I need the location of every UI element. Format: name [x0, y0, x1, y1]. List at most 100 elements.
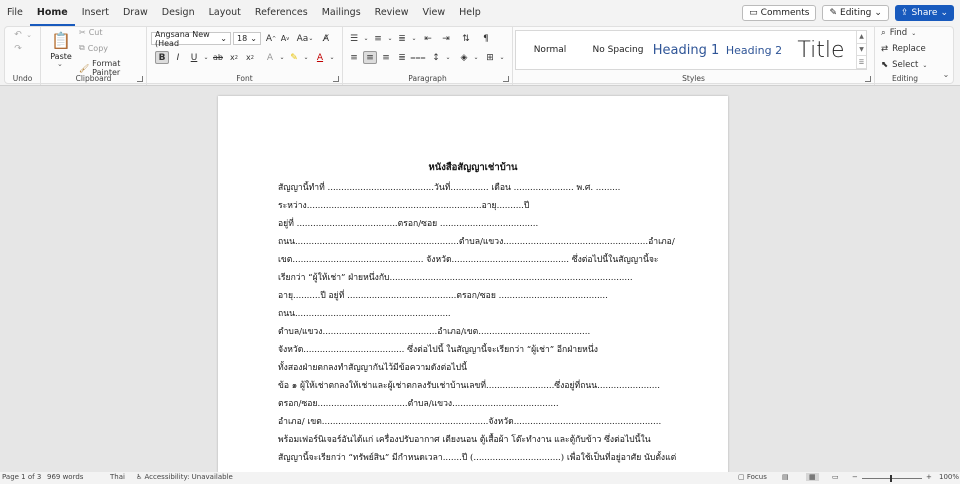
shrink-font-button[interactable]: Av — [278, 32, 292, 45]
copy-icon: ⧉ — [79, 43, 85, 52]
doc-line: สัญญานี้จะเรียกว่า “ทรัพย์สิน” มีกำหนดเว… — [278, 453, 677, 463]
doc-line: อยู่ที่ ................................… — [278, 219, 539, 229]
web-layout-icon[interactable]: ▭ — [832, 473, 839, 481]
styles-group-label: Styles — [682, 74, 705, 83]
superscript-button[interactable]: x2 — [243, 51, 257, 64]
doc-line: อำเภอ/ เขต..............................… — [278, 417, 662, 427]
doc-line: สัญญานี้ทำที่ ..........................… — [278, 183, 621, 193]
more-styles-icon[interactable]: ☰ — [857, 56, 866, 70]
comments-button[interactable]: ▭ Comments — [742, 5, 817, 21]
scroll-up-icon[interactable]: ▲ — [857, 31, 866, 44]
scroll-down-icon[interactable]: ▼ — [857, 44, 866, 57]
font-group-label: Font — [236, 74, 253, 83]
menu-view[interactable]: View — [416, 0, 453, 26]
chevron-down-icon[interactable]: ⌄ — [299, 51, 313, 64]
status-bar: Page 1 of 3 969 words Thai ♿ Accessibili… — [0, 472, 960, 484]
clear-format-icon[interactable]: A̸ — [319, 32, 333, 45]
style-heading-2[interactable]: Heading 2 — [720, 31, 788, 69]
replace-button[interactable]: ⇄ Replace — [881, 44, 926, 54]
doc-line: ทั้งสองฝ่ายตกลงทำสัญญากันไว้มีข้อความดัง… — [278, 363, 467, 373]
font-name-select[interactable]: Angsana New (Head ⌄ — [151, 30, 231, 48]
undo-dropdown-icon[interactable]: ⌄ — [25, 29, 33, 41]
redo-icon[interactable]: ↷ — [11, 43, 25, 55]
paste-button[interactable]: 📋 Paste ⌄ — [47, 29, 75, 69]
zoom-out-icon[interactable]: − — [852, 473, 858, 481]
menu-review[interactable]: Review — [368, 0, 416, 26]
editing-group-label: Editing — [891, 74, 919, 83]
copy-button[interactable]: ⧉ Copy — [79, 43, 108, 53]
comment-icon: ▭ — [749, 8, 758, 18]
chevron-down-icon[interactable]: ⌄ — [495, 51, 509, 64]
zoom-level[interactable]: 100% — [939, 473, 959, 481]
sort-icon[interactable]: ⇅ — [459, 32, 473, 45]
collapse-ribbon-icon[interactable]: ⌄ — [941, 69, 951, 79]
undo-icon[interactable]: ↶ — [11, 29, 25, 41]
bold-button[interactable]: B — [155, 51, 169, 64]
decrease-indent-icon[interactable]: ⇤ — [421, 32, 435, 45]
paragraph-launcher-icon[interactable] — [503, 76, 509, 82]
increase-indent-icon[interactable]: ⇥ — [439, 32, 453, 45]
menu-layout[interactable]: Layout — [202, 0, 248, 26]
menu-references[interactable]: References — [248, 0, 315, 26]
menu-design[interactable]: Design — [155, 0, 202, 26]
find-button[interactable]: ⌕ Find ⌄ — [881, 28, 916, 38]
accessibility-status[interactable]: ♿ Accessibility: Unavailable — [136, 473, 233, 481]
clipboard-launcher-icon[interactable] — [137, 76, 143, 82]
styles-launcher-icon[interactable] — [865, 76, 871, 82]
justify-icon[interactable]: ≣ — [395, 51, 409, 64]
menu-file[interactable]: File — [0, 0, 30, 26]
align-right-icon[interactable]: ≡ — [379, 51, 393, 64]
style-title[interactable]: Title — [788, 31, 854, 69]
strikethrough-button[interactable]: ab — [211, 51, 225, 64]
doc-line: เขต.....................................… — [278, 255, 659, 265]
pilcrow-icon[interactable]: ¶ — [479, 32, 493, 45]
cursor-icon: ⬉ — [881, 60, 889, 70]
chevron-down-icon[interactable]: ⌄ — [325, 51, 339, 64]
zoom-slider-thumb[interactable] — [890, 475, 892, 482]
select-button[interactable]: ⬉ Select ⌄ — [881, 60, 927, 70]
chevron-down-icon: ⌄ — [940, 8, 948, 18]
align-left-icon[interactable]: ≡ — [347, 51, 361, 64]
menu-draw[interactable]: Draw — [116, 0, 155, 26]
menu-mailings[interactable]: Mailings — [315, 0, 368, 26]
menu-help[interactable]: Help — [452, 0, 488, 26]
read-mode-icon[interactable]: ▤ — [782, 473, 789, 481]
print-layout-icon[interactable]: ▦ — [806, 473, 819, 481]
chevron-down-icon[interactable]: ⌄ — [407, 32, 421, 45]
subscript-button[interactable]: x2 — [227, 51, 241, 64]
chevron-down-icon[interactable]: ⌄ — [441, 51, 455, 64]
paste-icon: 📋 — [51, 30, 71, 50]
grow-font-button[interactable]: A ^ — [264, 32, 278, 45]
zoom-in-icon[interactable]: + — [926, 473, 932, 481]
style-heading-1[interactable]: Heading 1 — [652, 31, 720, 69]
italic-button[interactable]: I — [171, 51, 185, 64]
focus-button[interactable]: ▢ Focus — [738, 473, 767, 481]
font-launcher-icon[interactable] — [333, 76, 339, 82]
language-indicator[interactable]: Thai — [110, 473, 125, 481]
menu-insert[interactable]: Insert — [75, 0, 116, 26]
style-normal[interactable]: Normal — [516, 31, 584, 69]
change-case-button[interactable]: Aa ⌄ — [295, 32, 315, 45]
accessibility-icon: ♿ — [136, 473, 143, 481]
font-size-select[interactable]: 18 ⌄ — [233, 32, 261, 45]
styles-scroll: ▲ ▼ ☰ — [856, 31, 866, 70]
cut-button[interactable]: ✂ Cut — [79, 28, 103, 37]
document-page[interactable]: หนังสือสัญญาเช่าบ้าน สัญญานี้ทำที่ .....… — [218, 96, 728, 476]
search-icon: ⌕ — [881, 28, 886, 38]
chevron-down-icon: ⌄ — [57, 60, 63, 68]
doc-line: เรียกว่า “ผู้ให้เช่า” ฝ่ายหนึ่งกับ......… — [278, 273, 633, 283]
zoom-slider[interactable] — [862, 478, 922, 479]
clipboard-group-label: Clipboard — [75, 74, 112, 83]
word-count[interactable]: 969 words — [47, 473, 83, 481]
style-no-spacing[interactable]: No Spacing — [584, 31, 652, 69]
align-center-icon[interactable]: ≡ — [363, 51, 377, 64]
chevron-down-icon[interactable]: ⌄ — [469, 51, 483, 64]
distributed-icon[interactable]: ⩶ — [410, 51, 425, 64]
font-group: Angsana New (Head ⌄ 18 ⌄ A ^ Av Aa ⌄ A̸ B I … — [147, 27, 343, 85]
chevron-down-icon: ⌄ — [874, 8, 882, 18]
share-button[interactable]: ⇪ Share ⌄ — [894, 5, 954, 21]
editing-mode-button[interactable]: ✎ Editing ⌄ — [822, 5, 889, 21]
share-icon: ⇪ — [900, 8, 909, 18]
menu-home[interactable]: Home — [29, 0, 75, 26]
page-count[interactable]: Page 1 of 3 — [2, 473, 41, 481]
